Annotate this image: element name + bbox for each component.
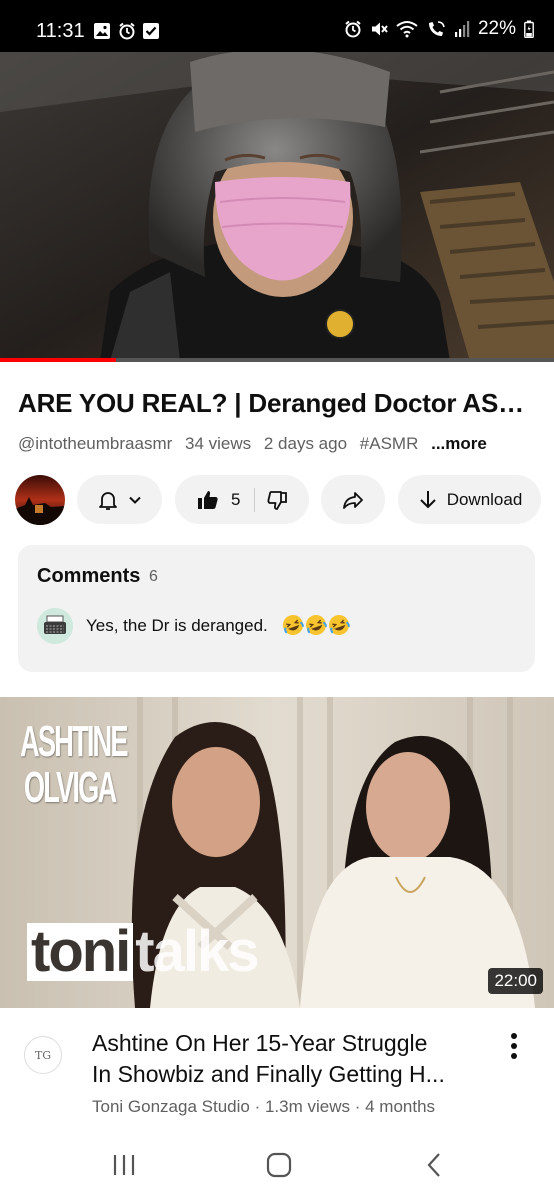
gallery-icon — [94, 23, 110, 39]
like-divider — [254, 487, 256, 512]
more-vert-icon[interactable] — [508, 1032, 520, 1060]
download-label: Download — [446, 489, 523, 509]
upload-age: 2 days ago — [263, 434, 348, 453]
dislike-icon[interactable] — [267, 489, 289, 511]
comment-emoji-row — [282, 614, 350, 636]
chevron-down-icon — [128, 496, 141, 504]
channel-avatar[interactable] — [15, 475, 65, 525]
download-button[interactable]: Download — [398, 475, 541, 524]
next-upload-age: 4 months — [365, 1097, 436, 1116]
share-button[interactable] — [321, 475, 385, 524]
wifi-calling-icon — [428, 21, 445, 36]
battery-percent: 22% — [477, 18, 516, 39]
status-right: 22% — [344, 18, 534, 40]
thumbnail-name-text: ASHTINE OLVIGA — [20, 717, 129, 812]
next-channel-name: Toni Gonzaga Studio — [92, 1097, 250, 1116]
battery-icon — [524, 20, 534, 38]
meta-separator: · — [254, 1097, 265, 1116]
status-time: 11:31 — [36, 20, 85, 42]
next-view-count: 1.3m views — [264, 1097, 350, 1116]
back-icon[interactable] — [420, 1150, 450, 1180]
watch-details-panel: ARE YOU REAL? | Deranged Doctor ASMR @in… — [0, 362, 554, 694]
recents-icon[interactable] — [109, 1150, 139, 1180]
bell-icon — [98, 491, 117, 510]
wifi-icon — [396, 21, 418, 38]
view-count: 34 views — [185, 434, 252, 453]
system-nav-bar — [0, 1130, 554, 1200]
notifications-button[interactable] — [77, 475, 162, 524]
description-more-link[interactable]: ...more — [431, 434, 487, 453]
hashtag-link[interactable]: #ASMR — [360, 434, 419, 453]
video-meta[interactable]: @intotheumbraasmr 34 views 2 days ago #A… — [18, 434, 495, 454]
next-channel-avatar[interactable]: TG — [24, 1036, 62, 1074]
next-video-thumbnail[interactable]: ASHTINE OLVIGA toni talks 22:00 — [0, 697, 554, 1008]
video-title[interactable]: ARE YOU REAL? | Deranged Doctor ASMR — [18, 388, 538, 419]
action-row: 5 Download — [0, 474, 554, 525]
share-icon — [343, 491, 363, 509]
download-icon — [419, 490, 436, 508]
mute-icon — [371, 22, 388, 36]
alarm-icon — [119, 22, 135, 40]
top-comment-text: Yes, the Dr is deranged. — [86, 616, 268, 635]
status-bar: 11:31 22% — [0, 0, 554, 52]
signal-icon — [454, 21, 470, 37]
like-count: 5 — [231, 489, 241, 509]
thumbnail-brand-talks: talks — [135, 919, 259, 984]
comments-title: Comments — [37, 565, 141, 587]
next-video-info[interactable]: TG Ashtine On Her 15-Year Struggle In Sh… — [0, 1008, 554, 1130]
like-dislike-button-group: 5 — [175, 475, 309, 524]
next-video-title-line-1: Ashtine On Her 15-Year Struggle — [92, 1030, 428, 1056]
commenter-avatar — [37, 608, 73, 644]
next-video-title-line-2: In Showbiz and Finally Getting H... — [92, 1061, 445, 1087]
next-video-meta: Toni Gonzaga Studio · 1.3m views · 4 mon… — [92, 1097, 435, 1117]
next-video-title[interactable]: Ashtine On Her 15-Year Struggle In Showb… — [92, 1028, 482, 1090]
rofl-emoji-icon — [329, 615, 350, 635]
thumbnail-brand-toni: toni — [27, 923, 134, 981]
rofl-emoji-icon — [283, 615, 304, 635]
home-icon[interactable] — [264, 1150, 294, 1180]
rofl-emoji-icon — [306, 615, 327, 635]
meta-separator: · — [354, 1097, 366, 1116]
channel-handle[interactable]: @intotheumbraasmr — [18, 434, 172, 453]
duration-badge: 22:00 — [488, 968, 543, 994]
video-frame — [0, 52, 554, 361]
check-box-icon — [143, 23, 159, 39]
comments-count: 6 — [149, 568, 158, 585]
channel-avatar-image — [15, 475, 65, 525]
comments-teaser[interactable]: Comments 6 Yes, the Dr is deranged. — [18, 545, 535, 672]
video-player[interactable] — [0, 52, 554, 361]
typewriter-icon — [37, 608, 73, 644]
alarm-icon — [345, 20, 361, 38]
thumbnail-brand: toni talks — [27, 919, 260, 984]
like-icon[interactable] — [197, 489, 219, 511]
